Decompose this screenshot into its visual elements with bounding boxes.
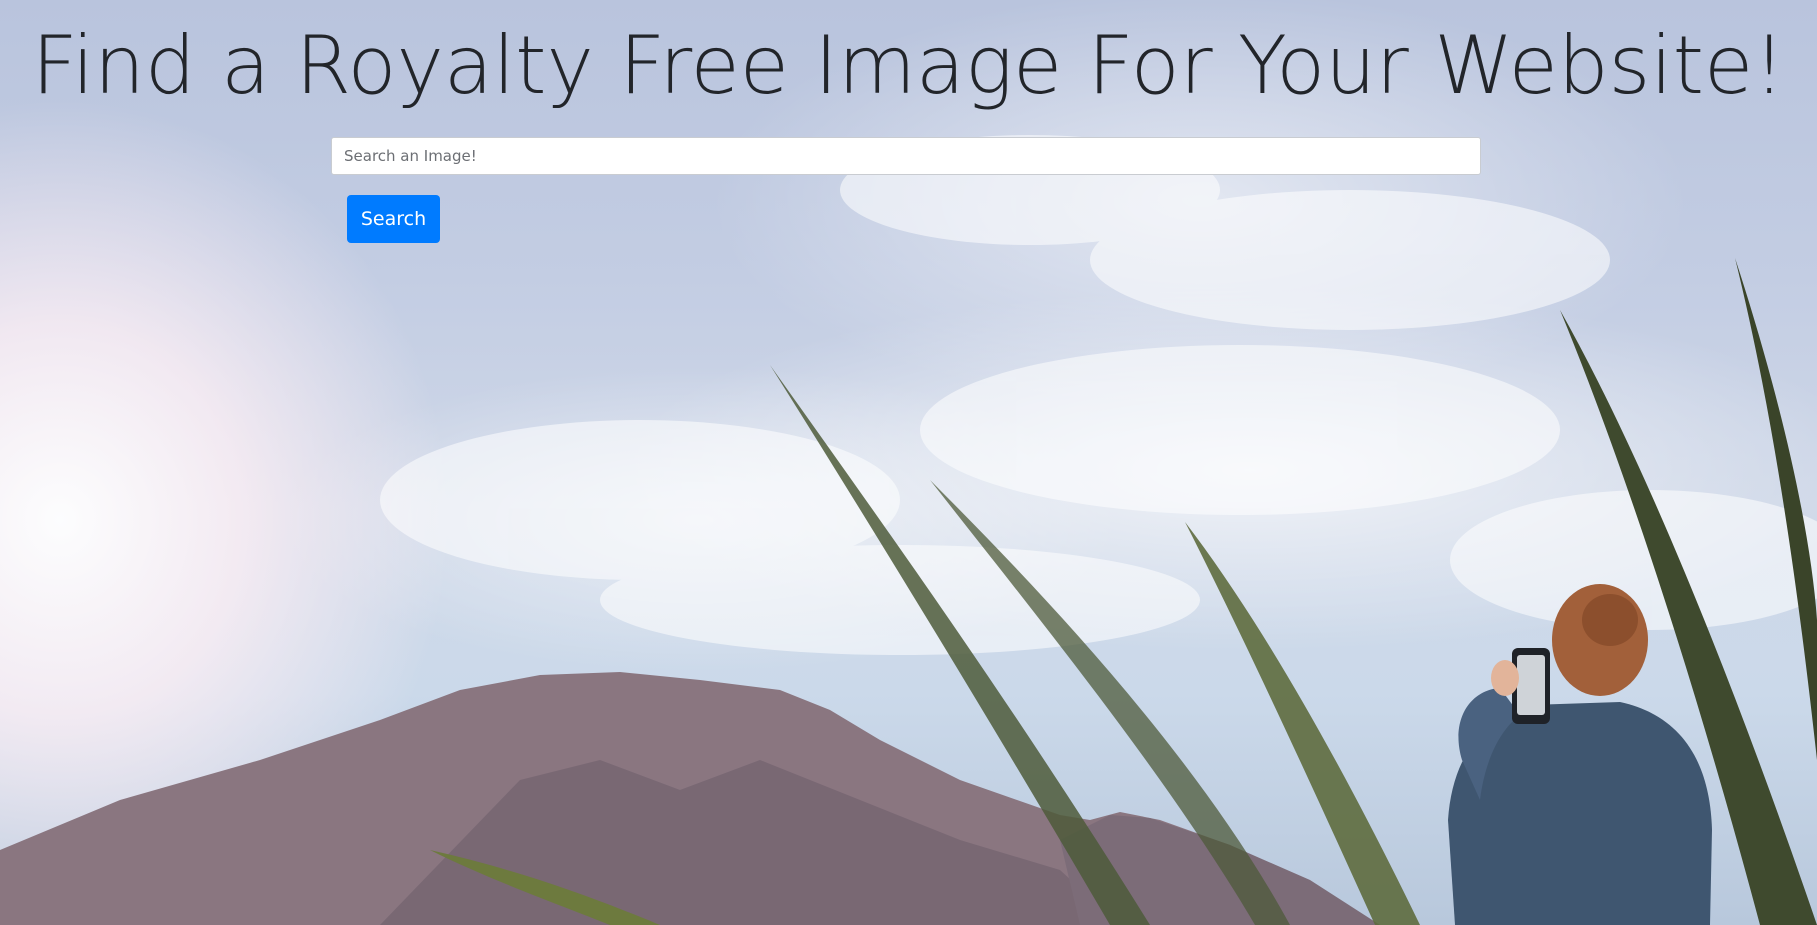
search-button[interactable]: Search — [347, 195, 440, 243]
page-title: Find a Royalty Free Image For Your Websi… — [31, 19, 1786, 112]
search-input[interactable] — [331, 137, 1481, 175]
person-photographing — [1448, 584, 1712, 925]
